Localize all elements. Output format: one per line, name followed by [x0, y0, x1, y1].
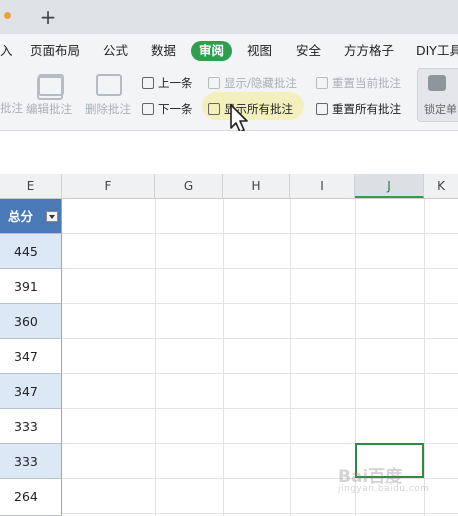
lock-cell-label: 锁定单	[424, 103, 457, 116]
grid-line	[62, 408, 458, 409]
next-comment-button[interactable]: 下一条	[142, 101, 193, 117]
grid-line	[62, 303, 458, 304]
total-score-header-cell[interactable]: 总分	[0, 199, 62, 234]
grid-line	[290, 199, 291, 516]
menu-formulas[interactable]: 公式	[103, 42, 128, 60]
column-header-row: E F G H I J K	[0, 174, 458, 199]
watermark-sub: jingyan.baidu.com	[338, 484, 430, 494]
score-cell[interactable]: 264	[0, 479, 62, 516]
grid-line	[62, 338, 458, 339]
show-all-comments-icon	[208, 103, 220, 115]
document-tab-icon[interactable]	[4, 12, 11, 19]
mouse-cursor-icon	[230, 104, 248, 133]
score-cell[interactable]: 391	[0, 269, 62, 304]
delete-comment-label[interactable]: 删除批注	[85, 101, 131, 117]
baidu-watermark: Bai百度 jingyan.baidu.com	[338, 462, 430, 494]
reset-current-comment-icon	[316, 77, 328, 89]
partial-comment-label[interactable]: 批注	[0, 100, 23, 116]
reset-all-comments-icon	[316, 103, 328, 115]
menu-review[interactable]: 审阅	[191, 41, 233, 61]
menu-security[interactable]: 安全	[296, 42, 321, 60]
menu-data[interactable]: 数据	[151, 42, 176, 60]
score-cell[interactable]: 333	[0, 444, 62, 479]
reset-all-comments-label: 重置所有批注	[332, 102, 401, 116]
lock-cell-button[interactable]: 锁定单	[417, 68, 458, 122]
ribbon-gap	[0, 131, 458, 174]
score-cell[interactable]: 445	[0, 234, 62, 269]
grid-line	[62, 373, 458, 374]
grid-line	[62, 513, 458, 514]
reset-current-comment-label: 重置当前批注	[332, 76, 401, 90]
edit-comment-label[interactable]: 编辑批注	[26, 101, 72, 117]
column-header-i[interactable]: I	[290, 174, 355, 198]
grid-line	[155, 199, 156, 516]
score-cell[interactable]: 333	[0, 409, 62, 444]
grid-line	[62, 233, 458, 234]
delete-comment-icon	[96, 74, 122, 96]
column-header-g[interactable]: G	[155, 174, 223, 198]
score-cell[interactable]: 360	[0, 304, 62, 339]
prev-comment-label: 上一条	[158, 76, 193, 90]
column-header-f[interactable]: F	[62, 174, 155, 198]
edit-comment-icon	[38, 74, 64, 96]
show-hide-comment-icon	[208, 77, 220, 89]
reset-all-comments-button[interactable]: 重置所有批注	[316, 101, 401, 117]
column-header-e[interactable]: E	[0, 174, 62, 198]
grid-line	[62, 268, 458, 269]
column-header-j[interactable]: J	[355, 174, 424, 198]
show-all-comments-button[interactable]: 显示所有批注	[208, 101, 293, 117]
score-cell[interactable]: 347	[0, 374, 62, 409]
column-header-h[interactable]: H	[223, 174, 290, 198]
next-comment-icon	[142, 103, 154, 115]
prev-comment-icon	[142, 77, 154, 89]
grid-line	[223, 199, 224, 516]
menu-fangfang[interactable]: 方方格子	[344, 42, 394, 60]
column-header-k[interactable]: K	[424, 174, 458, 198]
total-score-header-label: 总分	[8, 209, 34, 224]
menu-view[interactable]: 视图	[247, 42, 272, 60]
score-cell[interactable]: 347	[0, 339, 62, 374]
menu-insert[interactable]: 入	[0, 42, 13, 60]
show-hide-comment-button[interactable]: 显示/隐藏批注	[208, 75, 297, 91]
prev-comment-button[interactable]: 上一条	[142, 75, 193, 91]
show-hide-comment-label: 显示/隐藏批注	[224, 76, 297, 90]
reset-current-comment-button[interactable]: 重置当前批注	[316, 75, 401, 91]
filter-dropdown-icon[interactable]	[46, 211, 58, 222]
menu-diy-tools[interactable]: DIY工具	[416, 42, 458, 60]
next-comment-label: 下一条	[158, 102, 193, 116]
lock-icon	[428, 75, 446, 91]
